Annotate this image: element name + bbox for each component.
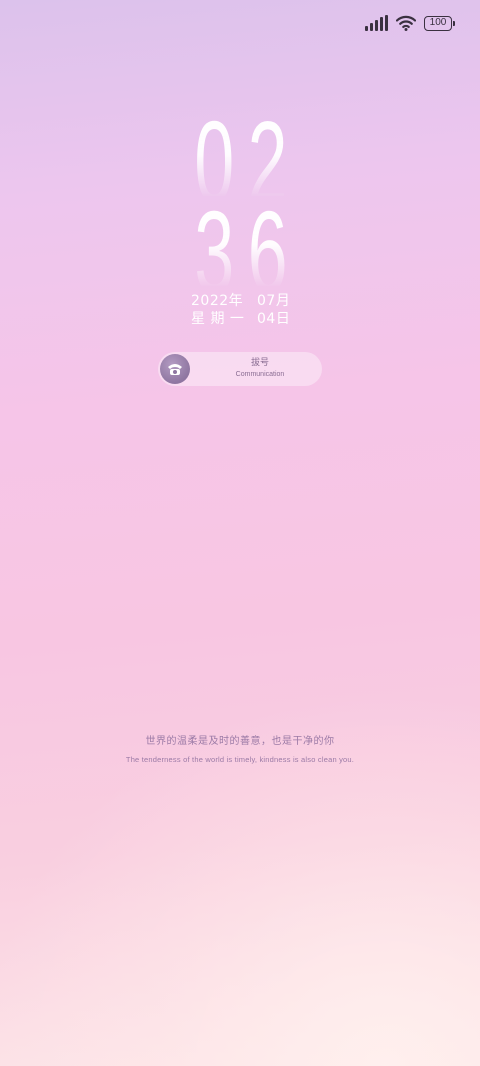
date-weekday: 星 期 一 bbox=[191, 311, 245, 327]
date-year: 2022年 bbox=[191, 293, 244, 309]
signal-icon bbox=[365, 15, 388, 31]
date-month: 07月 bbox=[257, 293, 291, 309]
dial-widget[interactable]: 拔号 Communication bbox=[158, 352, 322, 386]
wifi-icon bbox=[396, 15, 416, 31]
battery-level: 100 bbox=[429, 17, 447, 28]
hour-digit-2: 2 bbox=[247, 104, 287, 196]
date-day: 04日 bbox=[257, 311, 291, 327]
clock-hours: 0 2 bbox=[187, 104, 294, 196]
date-block: 2022年 07月 星 期 一 04日 bbox=[191, 292, 290, 328]
quote-english: The tenderness of the world is timely, k… bbox=[125, 755, 355, 764]
dial-text: 拔号 Communication bbox=[198, 358, 322, 380]
quote-chinese: 世界的温柔是及时的善意，也是干净的你 bbox=[145, 736, 335, 747]
phone-icon[interactable] bbox=[160, 354, 190, 384]
date-row-top: 2022年 07月 bbox=[191, 292, 290, 310]
minute-digit-1: 3 bbox=[194, 194, 234, 286]
quote-block: 世界的温柔是及时的善意，也是干净的你 The tenderness of the… bbox=[0, 735, 480, 766]
date-row-bottom: 星 期 一 04日 bbox=[191, 310, 290, 328]
dial-label: 拔号 bbox=[250, 358, 269, 368]
dial-sublabel: Communication bbox=[235, 371, 285, 378]
clock-minutes: 3 6 bbox=[187, 194, 294, 286]
status-bar: 100 bbox=[365, 14, 455, 32]
minute-digit-2: 6 bbox=[247, 194, 287, 286]
hour-digit-1: 0 bbox=[194, 104, 234, 196]
battery-icon: 100 bbox=[424, 15, 455, 31]
